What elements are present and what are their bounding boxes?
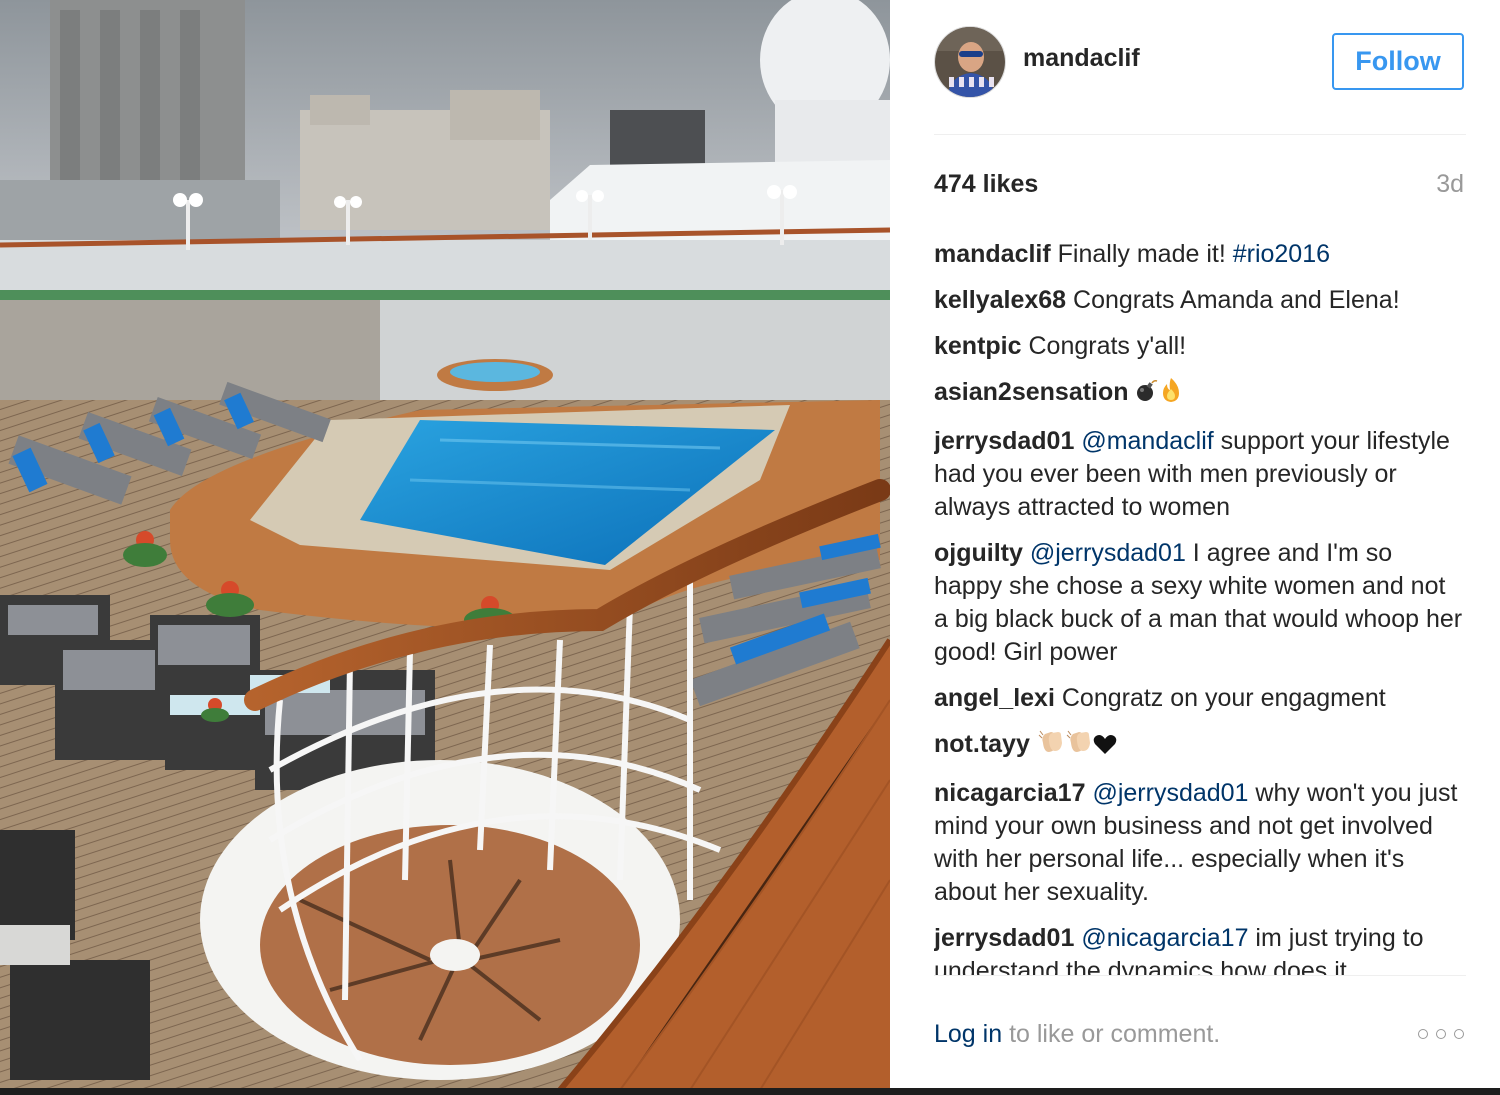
comment: asian2sensation: [934, 376, 1466, 412]
clapping-hands-icon: [1065, 729, 1093, 764]
login-prompt: Log in to like or comment.: [934, 1020, 1220, 1049]
comment-username[interactable]: ojguilty: [934, 539, 1023, 567]
comment: jerrysdad01 @mandaclif support your life…: [934, 425, 1466, 524]
post-footer: Log in to like or comment.: [934, 1015, 1466, 1055]
more-options-icon[interactable]: [1418, 1027, 1464, 1041]
mention-link[interactable]: @mandaclif: [1081, 427, 1213, 455]
avatar[interactable]: [934, 26, 1006, 98]
bomb-icon: [1135, 379, 1159, 412]
comments-list[interactable]: mandaclif Finally made it! #rio2016 kelly…: [934, 238, 1466, 976]
post-photo: [0, 0, 890, 1090]
comment-username[interactable]: jerrysdad01: [934, 924, 1074, 952]
heart-icon: [1093, 731, 1117, 764]
login-prompt-text: to like or comment.: [1002, 1020, 1221, 1048]
comment-username[interactable]: kellyalex68: [934, 286, 1066, 314]
mention-link[interactable]: @jerrysdad01: [1092, 779, 1248, 807]
login-link[interactable]: Log in: [934, 1020, 1002, 1048]
comment-username[interactable]: not.tayy: [934, 730, 1030, 758]
comment-username[interactable]: kentpic: [934, 332, 1022, 360]
comment: angel_lexi Congratz on your engagment: [934, 682, 1466, 715]
fire-icon: [1159, 377, 1183, 412]
comment-username[interactable]: nicagarcia17: [934, 779, 1086, 807]
follow-button[interactable]: Follow: [1332, 33, 1464, 90]
comment: ojguilty @jerrysdad01 I agree and I'm so…: [934, 537, 1466, 669]
comment: kellyalex68 Congrats Amanda and Elena!: [934, 284, 1466, 317]
hashtag-link[interactable]: #rio2016: [1233, 240, 1330, 268]
post-time[interactable]: 3d: [1436, 170, 1464, 199]
likes-count[interactable]: 474 likes: [934, 170, 1038, 199]
comment-username[interactable]: asian2sensation: [934, 378, 1129, 406]
comment: mandaclif Finally made it! #rio2016: [934, 238, 1466, 271]
pool-deck-image: [0, 0, 890, 1090]
comment: jerrysdad01 @nicagarcia17 im just trying…: [934, 922, 1466, 975]
comment-text: Finally made it!: [1057, 240, 1233, 268]
comment: nicagarcia17 @jerrysdad01 why won't you …: [934, 777, 1466, 909]
comment-text: Congrats Amanda and Elena!: [1073, 286, 1400, 314]
mention-link[interactable]: @jerrysdad01: [1030, 539, 1186, 567]
comment-username[interactable]: jerrysdad01: [934, 427, 1074, 455]
post-header: mandaclif Follow: [934, 26, 1466, 135]
photo-bottom-border: [0, 1088, 1500, 1095]
clapping-hands-icon: [1037, 729, 1065, 764]
comment: not.tayy: [934, 728, 1466, 764]
comment: kentpic Congrats y'all!: [934, 330, 1466, 363]
comment-text: Congratz on your engagment: [1061, 684, 1386, 712]
comment-username[interactable]: angel_lexi: [934, 684, 1055, 712]
likes-row: 474 likes 3d: [934, 170, 1466, 206]
mention-link[interactable]: @nicagarcia17: [1081, 924, 1248, 952]
post-author-username[interactable]: mandaclif: [1023, 44, 1140, 73]
comment-username[interactable]: mandaclif: [934, 240, 1051, 268]
comment-text: Congrats y'all!: [1028, 332, 1187, 360]
avatar-image: [935, 27, 1005, 97]
post-info-panel: mandaclif Follow 474 likes 3d mandaclif …: [890, 0, 1500, 1088]
